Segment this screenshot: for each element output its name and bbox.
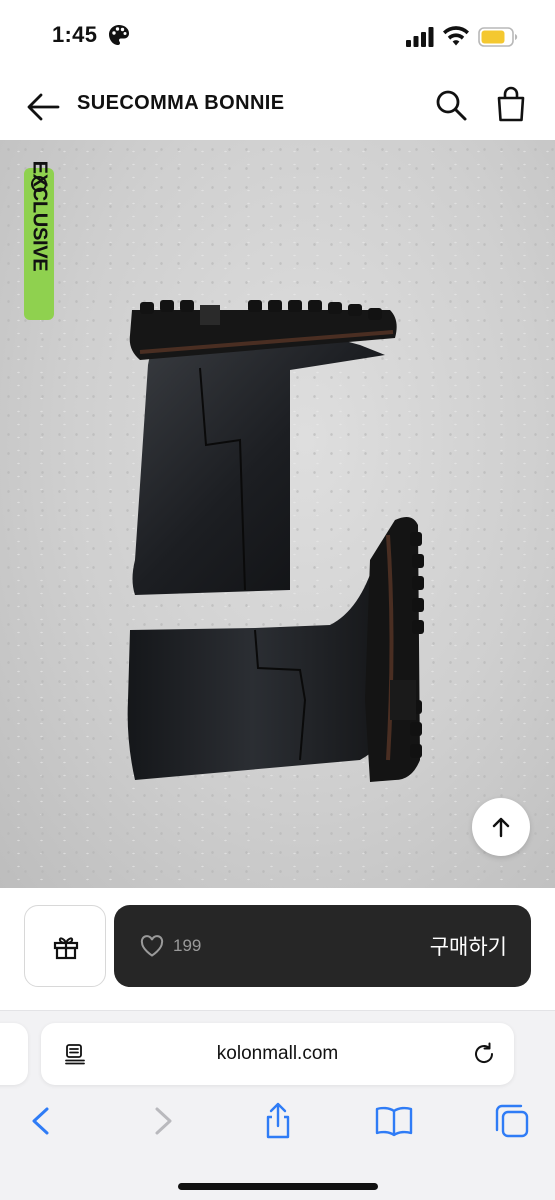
- scroll-to-top-button[interactable]: [472, 798, 530, 856]
- product-image[interactable]: EXCLUSIVE: [0, 140, 555, 888]
- heart-icon[interactable]: [140, 935, 164, 957]
- buy-label: 구매하기: [429, 936, 507, 959]
- previous-tab-card[interactable]: [0, 1023, 28, 1085]
- reload-icon[interactable]: [471, 1041, 497, 1067]
- home-indicator: [178, 1183, 378, 1190]
- back-arrow-icon[interactable]: [24, 88, 62, 126]
- palette-icon: [109, 25, 129, 45]
- gift-button[interactable]: [24, 905, 106, 987]
- shopping-bag-icon[interactable]: [494, 86, 528, 122]
- search-icon[interactable]: [434, 88, 468, 122]
- address-bar[interactable]: kolonmall.com: [41, 1023, 514, 1085]
- url-text: kolonmall.com: [216, 1043, 339, 1064]
- browser-toolbar: kolonmall.com: [0, 1010, 555, 1200]
- chevron-right-icon[interactable]: [142, 1101, 182, 1141]
- buy-button[interactable]: 199 구매하기: [114, 905, 531, 987]
- status-bar: 1:45: [0, 0, 555, 74]
- app-header: SUECOMMA BONNIE: [0, 74, 555, 140]
- like-count: 199: [173, 936, 202, 955]
- arrow-up-icon: [492, 817, 510, 838]
- exclusive-label: EXCLUSIVE: [28, 160, 51, 272]
- tabs-icon[interactable]: [492, 1101, 532, 1141]
- signal-icon: [406, 27, 434, 47]
- chevron-left-icon[interactable]: [22, 1101, 62, 1141]
- boots-photo: [127, 300, 424, 782]
- status-time: 1:45: [52, 22, 98, 47]
- book-icon[interactable]: [374, 1101, 414, 1141]
- purchase-bar: 199 구매하기: [0, 888, 555, 1010]
- share-icon[interactable]: [258, 1101, 298, 1141]
- gift-icon: [53, 937, 79, 960]
- brand-title: SUECOMMA BONNIE: [77, 92, 285, 114]
- battery-icon: [478, 27, 518, 47]
- wifi-icon: [443, 26, 469, 46]
